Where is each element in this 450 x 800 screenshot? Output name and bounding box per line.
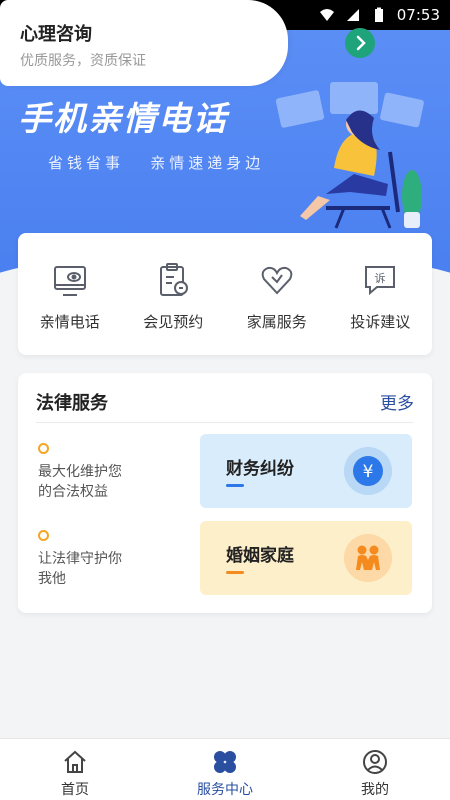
legal-bullet: 让法律守护你 我他 bbox=[38, 530, 198, 589]
psych-title: 心理咨询 bbox=[20, 24, 92, 45]
quick-item-label: 亲情电话 bbox=[39, 313, 100, 331]
tab-mine[interactable]: 我的 bbox=[300, 739, 450, 800]
quick-item-label: 会见预约 bbox=[143, 313, 204, 331]
quick-item-family-call[interactable]: 亲情电话 bbox=[18, 233, 122, 355]
couple-icon bbox=[344, 534, 392, 582]
svg-text:¥: ¥ bbox=[363, 462, 374, 482]
legal-bullet: 最大化维护您 的合法权益 bbox=[38, 443, 198, 502]
tab-label: 我的 bbox=[361, 782, 389, 798]
heart-icon bbox=[261, 266, 293, 295]
hero-title: 手机亲情电话 bbox=[18, 99, 228, 138]
quick-actions-card: 亲情电话 会见预约 家属服务 诉 投诉建议 bbox=[18, 233, 432, 355]
tab-service-center[interactable]: 服务中心 bbox=[150, 739, 300, 800]
battery-icon bbox=[374, 7, 383, 22]
tile-accent-bar bbox=[226, 571, 244, 574]
home-icon bbox=[64, 750, 86, 773]
status-time: 07:53 bbox=[396, 6, 440, 24]
bullet-dot-icon bbox=[38, 530, 49, 541]
tile-financial-dispute[interactable]: 财务纠纷 ¥ bbox=[200, 434, 412, 508]
quick-item-label: 家属服务 bbox=[246, 313, 307, 331]
woman-phone-illustration bbox=[275, 82, 424, 229]
wifi-icon bbox=[319, 9, 334, 21]
psych-main-panel: 心理咨询 优质服务，资质保证 bbox=[0, 0, 288, 86]
user-icon bbox=[363, 750, 387, 774]
clover-grid-icon bbox=[214, 751, 236, 773]
tab-label: 服务中心 bbox=[197, 782, 253, 798]
yuan-coin-icon: ¥ bbox=[344, 447, 392, 495]
legal-header: 法律服务 更多 bbox=[36, 389, 414, 423]
complaint-bubble-icon: 诉 bbox=[365, 266, 396, 296]
legal-more-link[interactable]: 更多 bbox=[380, 389, 414, 414]
legal-bullet-text: 最大化维护您 的合法权益 bbox=[38, 464, 122, 500]
tile-label: 财务纠纷 bbox=[226, 459, 294, 479]
monitor-eye-icon bbox=[53, 266, 86, 296]
quick-item-label: 投诉建议 bbox=[350, 313, 411, 331]
psych-go-button[interactable] bbox=[345, 28, 375, 58]
legal-services-card: 法律服务 更多 最大化维护您 的合法权益 让法律守护你 我他 财务纠纷 ¥ 婚姻… bbox=[18, 373, 432, 613]
quick-item-complaint[interactable]: 诉 投诉建议 bbox=[329, 233, 433, 355]
bottom-tab-bar: 首页 服务中心 我的 bbox=[0, 738, 450, 800]
tile-accent-bar bbox=[226, 484, 244, 487]
legal-bullet-text: 让法律守护你 我他 bbox=[38, 551, 122, 587]
tab-label: 首页 bbox=[61, 782, 89, 798]
quick-item-visit-booking[interactable]: 会见预约 bbox=[122, 233, 226, 355]
svg-text:诉: 诉 bbox=[375, 272, 386, 285]
clipboard-stamp-icon bbox=[160, 263, 189, 296]
legal-title: 法律服务 bbox=[36, 393, 108, 414]
chevron-right-icon bbox=[356, 35, 366, 51]
hero-subtitle: 省钱省事 亲情速递身边 bbox=[48, 154, 265, 172]
quick-item-family-service[interactable]: 家属服务 bbox=[225, 233, 329, 355]
tile-marriage-family[interactable]: 婚姻家庭 bbox=[200, 521, 412, 595]
psych-subtitle: 优质服务，资质保证 bbox=[20, 53, 146, 69]
bullet-dot-icon bbox=[38, 443, 49, 454]
signal-icon bbox=[346, 9, 359, 21]
tile-label: 婚姻家庭 bbox=[226, 546, 294, 566]
tab-home[interactable]: 首页 bbox=[0, 739, 150, 800]
